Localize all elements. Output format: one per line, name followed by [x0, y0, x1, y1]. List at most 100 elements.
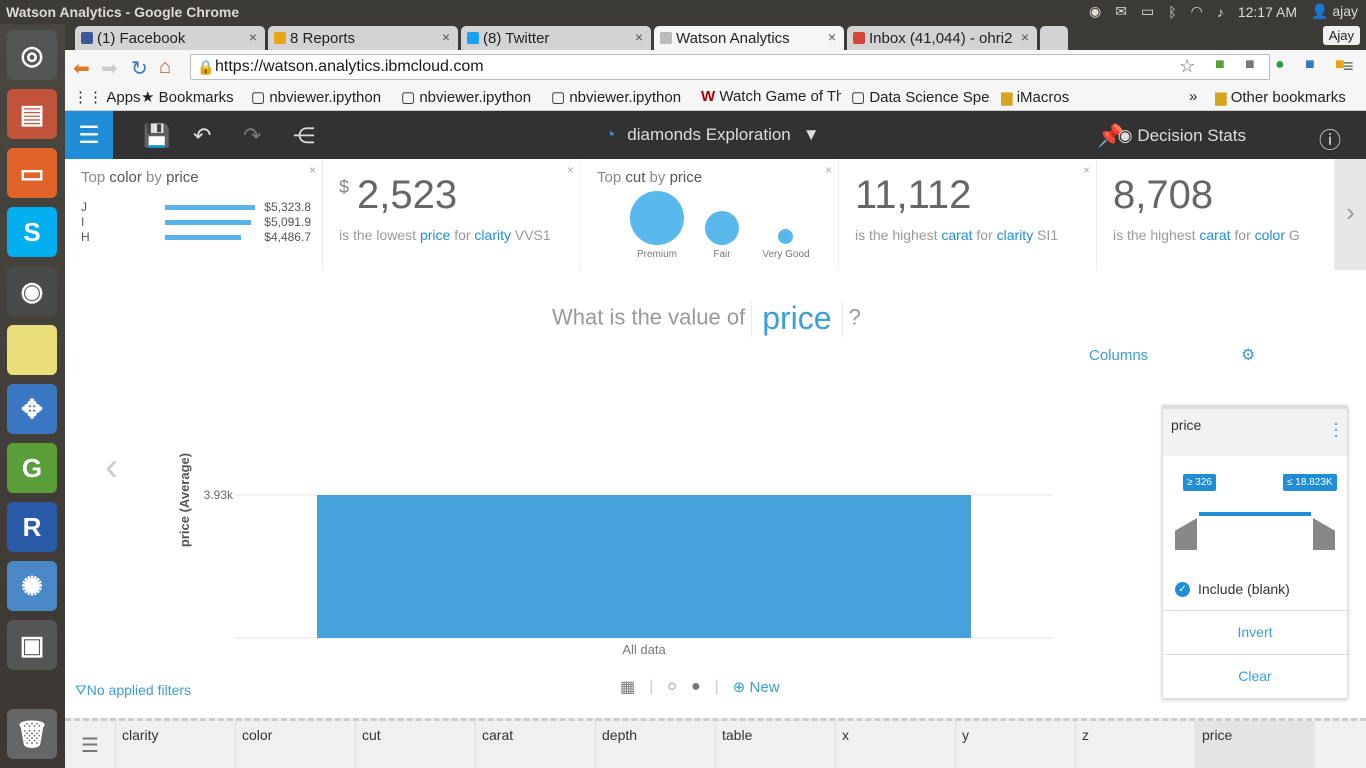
close-icon[interactable]: × — [309, 163, 316, 177]
close-icon[interactable]: × — [1083, 163, 1090, 177]
bookmarks-overflow[interactable]: » — [1189, 88, 1197, 105]
chevron-left-icon[interactable]: ‹ — [105, 445, 118, 490]
user-menu[interactable]: ◉ Decision Stats — [1118, 126, 1246, 146]
close-icon[interactable]: × — [635, 29, 643, 45]
profile-button[interactable]: Ajay — [1322, 26, 1360, 45]
filters-link[interactable]: ⛛No applied filters — [75, 682, 191, 699]
insight-card-lowest-price[interactable]: × $ 2,523 is the lowest price for clarit… — [323, 159, 581, 270]
sliders-icon[interactable]: ☰ — [65, 721, 115, 768]
insight-card-highest-carat-color[interactable]: 8,708 is the highest carat for color G — [1097, 159, 1335, 270]
exploration-selector[interactable]: ◔ diamonds Exploration ▼ — [605, 125, 820, 145]
bar[interactable] — [317, 495, 971, 638]
column-cut[interactable]: cut — [355, 721, 475, 768]
column-x[interactable]: x — [835, 721, 955, 768]
battery-icon[interactable]: ▭ — [1141, 3, 1154, 20]
wifi-icon[interactable]: ◠ — [1191, 3, 1203, 20]
bookmark-other[interactable]: ▆ Other bookmarks — [1215, 88, 1346, 106]
help-icon[interactable]: ⓘ — [1319, 123, 1341, 155]
column-y[interactable]: y — [955, 721, 1075, 768]
home-icon[interactable]: ⌂ — [159, 56, 171, 79]
bookmark-nbviewer-1[interactable]: ▢ nbviewer.ipython — [251, 88, 391, 106]
user-icon[interactable]: 👤 ajay — [1311, 3, 1358, 20]
column-z[interactable]: z — [1075, 721, 1195, 768]
clear-button[interactable]: Clear — [1163, 654, 1347, 698]
column-price[interactable]: price — [1195, 721, 1315, 768]
chrome-launcher-icon[interactable]: ◉ — [7, 266, 57, 316]
tab-reports[interactable]: 8 Reports × — [268, 26, 458, 50]
workspace-icon[interactable]: ✥ — [7, 384, 57, 434]
redo-icon[interactable]: ↷ — [243, 123, 261, 149]
r-icon[interactable]: R — [7, 502, 57, 552]
tab-gmail[interactable]: Inbox (41,044) - ohri2 × — [847, 26, 1037, 50]
extension-icon[interactable]: ■ — [1245, 56, 1255, 74]
invert-button[interactable]: Invert — [1163, 610, 1347, 654]
google-plus-icon[interactable]: G — [7, 443, 57, 493]
star-icon[interactable]: ☆ — [1179, 56, 1195, 77]
close-icon[interactable]: × — [828, 29, 836, 45]
insight-card-color[interactable]: × Top color by price J $5,323.8 I $5,091.9… — [65, 159, 323, 270]
bluetooth-icon[interactable]: ᛒ — [1168, 4, 1176, 20]
tab-twitter[interactable]: (8) Twitter × — [461, 26, 651, 50]
range-track[interactable] — [1199, 512, 1311, 516]
gear-icon[interactable]: ⚙ — [1241, 345, 1255, 365]
insight-card-highest-carat-clarity[interactable]: × 11,112 is the highest carat for clarit… — [839, 159, 1097, 270]
close-icon[interactable]: × — [442, 29, 450, 45]
mail-icon[interactable]: ✉ — [1115, 3, 1127, 20]
range-min-handle[interactable] — [1175, 518, 1197, 550]
tab-watson[interactable]: Watson Analytics × — [654, 26, 844, 50]
bookmark-nbviewer-3[interactable]: ▢ nbviewer.ipython — [551, 88, 691, 106]
chrome-icon[interactable]: ◉ — [1089, 3, 1101, 20]
share-icon[interactable]: ⋲ — [293, 123, 315, 149]
back-icon[interactable]: ⬅ — [73, 56, 90, 81]
undo-icon[interactable]: ↶ — [193, 123, 211, 149]
new-button[interactable]: ⊕ New — [733, 678, 780, 696]
question-field[interactable]: price — [751, 300, 843, 337]
impress-icon[interactable]: ▤ — [7, 89, 57, 139]
insight-card-cut[interactable]: × Top cut by price Premium Fair Very Goo… — [581, 159, 839, 270]
extension-icon[interactable]: ● — [1275, 56, 1285, 74]
close-icon[interactable]: × — [825, 163, 832, 177]
bookmark-got[interactable]: W Watch Game of Th — [701, 88, 841, 105]
extension-icon[interactable]: ■ — [1215, 56, 1225, 74]
bookmark-data-science[interactable]: ▢ Data Science Spe — [851, 88, 991, 106]
dot-filled-icon[interactable]: ● — [691, 678, 701, 696]
extension-icon[interactable]: ■ — [1305, 56, 1315, 74]
shotwell-icon[interactable]: ✺ — [7, 561, 57, 611]
more-icon[interactable]: · · · — [1333, 414, 1339, 444]
hamburger-menu-button[interactable]: ☰ — [65, 111, 113, 159]
trash-icon[interactable]: 🗑 — [7, 709, 57, 759]
columns-button[interactable]: Columns — [1089, 347, 1148, 364]
dot-empty-icon[interactable]: ○ — [667, 678, 677, 696]
column-carat[interactable]: carat — [475, 721, 595, 768]
grid-icon[interactable]: ▦ — [620, 677, 635, 697]
bookmark-bookmarks[interactable]: ★ Bookmarks — [141, 88, 234, 106]
chevron-right-icon[interactable]: › — [1335, 159, 1366, 270]
save-icon[interactable]: 💾 — [143, 123, 170, 149]
column-depth[interactable]: depth — [595, 721, 715, 768]
bookmark-nbviewer-2[interactable]: ▢ nbviewer.ipython — [401, 88, 541, 106]
close-icon[interactable]: × — [249, 29, 257, 45]
ubuntu-icon[interactable]: ◎ — [7, 30, 57, 80]
bookmark-apps[interactable]: ⋮⋮ Apps — [73, 88, 141, 106]
volume-icon[interactable]: ♪ — [1217, 4, 1224, 20]
new-tab-button[interactable] — [1040, 26, 1068, 50]
tab-facebook[interactable]: (1) Facebook × — [75, 26, 265, 50]
skype-icon[interactable]: S — [7, 207, 57, 257]
close-icon[interactable]: × — [1021, 29, 1029, 45]
column-table[interactable]: table — [715, 721, 835, 768]
files-icon[interactable]: ▭ — [7, 148, 57, 198]
range-max-handle[interactable] — [1313, 518, 1335, 550]
menu-icon[interactable]: ≡ — [1343, 56, 1354, 77]
notes-icon[interactable] — [7, 325, 57, 375]
column-clarity[interactable]: clarity — [115, 721, 235, 768]
bookmark-imacros[interactable]: ▆ iMacros — [1001, 88, 1069, 106]
address-bar[interactable]: 🔒 https://watson.analytics.ibmcloud.com — [190, 54, 1270, 80]
forward-icon[interactable]: ➡ — [101, 56, 118, 81]
close-icon[interactable]: × — [567, 163, 574, 177]
clock[interactable]: 12:17 AM — [1238, 4, 1297, 20]
reload-icon[interactable]: ↻ — [131, 56, 148, 81]
include-blank-checkbox[interactable]: ✓ Include (blank) — [1175, 581, 1290, 597]
column-color[interactable]: color — [235, 721, 355, 768]
window-icon[interactable]: ▣ — [7, 620, 57, 670]
bubble — [705, 211, 739, 245]
